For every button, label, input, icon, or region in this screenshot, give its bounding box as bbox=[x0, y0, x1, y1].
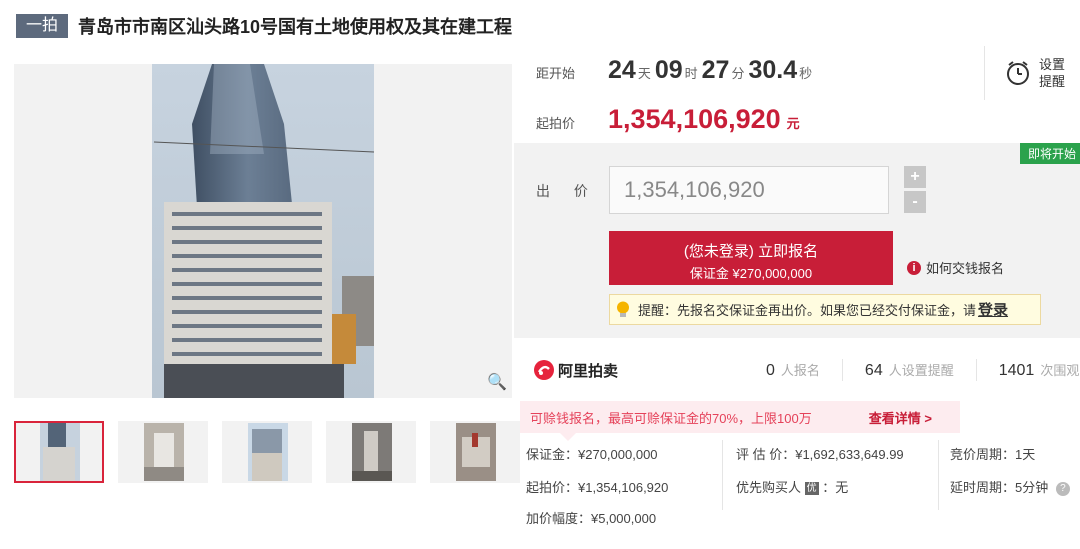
countdown-minutes: 27 bbox=[701, 56, 730, 84]
signup-count-value: 0 bbox=[766, 362, 775, 379]
thumbnail-image bbox=[248, 423, 288, 481]
divider bbox=[938, 440, 939, 510]
signup-count: 0 人报名 bbox=[766, 360, 820, 380]
reminder-line1: 设置 bbox=[1039, 57, 1066, 72]
start-price-label: 起拍价 bbox=[536, 116, 576, 131]
platform-logo: 阿里拍卖 bbox=[534, 360, 724, 381]
page-title: 青岛市市南区汕头路10号国有土地使用权及其在建工程 bbox=[78, 17, 513, 37]
thumbnail-image bbox=[352, 423, 392, 481]
countdown-label: 距开始 bbox=[536, 66, 576, 81]
reminder-count: 64 人设置提醒 bbox=[865, 360, 954, 380]
auction-round-tag: 一拍 bbox=[16, 14, 69, 38]
start-price-value: 1,354,106,920 bbox=[608, 104, 781, 134]
thumbnail-image bbox=[144, 423, 184, 481]
ali-auction-icon bbox=[534, 360, 554, 380]
start-price-unit: 元 bbox=[786, 116, 800, 131]
help-icon[interactable]: ? bbox=[1055, 482, 1070, 496]
countdown-hours-unit: 时 bbox=[684, 66, 698, 81]
login-hint: 提醒：先报名交保证金再出价。如果您已经交付保证金，请 登录 bbox=[609, 294, 1041, 325]
thumbnail-5[interactable] bbox=[430, 421, 520, 483]
reminder-label: 设置 提醒 bbox=[1039, 56, 1065, 90]
valuation-info: 评 估 价：¥1,692,633,649.99 bbox=[736, 447, 904, 462]
title-row: 一拍 青岛市市南区汕头路10号国有土地使用权及其在建工程 bbox=[16, 12, 512, 40]
alarm-clock-icon bbox=[1007, 61, 1029, 85]
thumbnail-4[interactable] bbox=[326, 421, 416, 483]
reminder-count-value: 64 bbox=[864, 362, 883, 379]
main-photo[interactable]: 🔍 bbox=[14, 64, 512, 398]
view-count-label: 次围观 bbox=[1040, 363, 1080, 378]
divider bbox=[722, 440, 723, 510]
start-price-row: 起拍价 1,354,106,920 元 bbox=[536, 104, 800, 135]
bid-amount-input[interactable]: 1,354,106,920 bbox=[609, 166, 889, 214]
reminder-line2: 提醒 bbox=[1039, 74, 1066, 89]
increase-bid-button[interactable]: + bbox=[904, 166, 926, 188]
promo-text: 可赊钱报名，最高可赊保证金的70%，上限100万 bbox=[530, 410, 812, 426]
thumbnail-image bbox=[40, 423, 80, 481]
building-photo bbox=[152, 64, 375, 398]
platform-name: 阿里拍卖 bbox=[558, 362, 619, 380]
divider bbox=[975, 359, 977, 381]
signup-deposit-label: 保证金 ¥270,000,000 bbox=[689, 266, 813, 281]
status-badge: 即将开始 bbox=[1019, 143, 1080, 164]
thumbnail-strip bbox=[14, 421, 520, 483]
hint-text: 提醒：先报名交保证金再出价。如果您已经交付保证金，请 bbox=[638, 303, 977, 318]
credit-promo-banner: 可赊钱报名，最高可赊保证金的70%，上限100万 查看详情 > bbox=[520, 401, 960, 441]
stats-row: 阿里拍卖 0 人报名 64 人设置提醒 1401 次围观 bbox=[514, 352, 1080, 388]
divider bbox=[841, 359, 843, 381]
bidding-cycle-info: 竞价周期：1天 bbox=[950, 447, 1036, 462]
how-to-pay-link[interactable]: i 如何交钱报名 bbox=[907, 258, 1004, 277]
view-details-link[interactable]: 查看详情 > bbox=[869, 408, 932, 427]
priority-buyer-info: 优先购买人 优 ：无 bbox=[736, 477, 848, 496]
priority-buyer-label: 优先购买人 bbox=[736, 480, 802, 495]
thumbnail-2[interactable] bbox=[118, 421, 208, 483]
reminder-count-label: 人设置提醒 bbox=[888, 363, 954, 378]
zoom-icon[interactable]: 🔍 bbox=[486, 372, 508, 394]
start-price-info: 起拍价：¥1,354,106,920 bbox=[526, 480, 669, 495]
countdown-minutes-unit: 分 bbox=[731, 66, 745, 81]
bid-label: 出 价 bbox=[536, 183, 598, 199]
login-link[interactable]: 登录 bbox=[978, 299, 1008, 320]
signup-button-label: (您未登录) 立即报名 bbox=[683, 243, 819, 260]
bid-panel: 即将开始 出 价 1,354,106,920 + - (您未登录) 立即报名 保… bbox=[514, 143, 1080, 338]
priority-buyer-value: ：无 bbox=[822, 480, 849, 495]
thumbnail-image bbox=[456, 423, 496, 481]
thumbnail-3[interactable] bbox=[222, 421, 312, 483]
view-count-value: 1401 bbox=[998, 362, 1035, 379]
countdown-days: 24 bbox=[608, 56, 636, 84]
signup-count-label: 人报名 bbox=[780, 363, 820, 378]
countdown-days-unit: 天 bbox=[637, 66, 651, 81]
signup-button[interactable]: (您未登录) 立即报名 保证金 ¥270,000,000 bbox=[609, 231, 893, 285]
countdown: 距开始 24 天 09 时 27 分 30.4 秒 bbox=[536, 56, 816, 85]
delay-cycle-info: 延时周期：5分钟 ? bbox=[950, 477, 1070, 496]
countdown-seconds-unit: 秒 bbox=[799, 66, 813, 81]
view-count: 1401 次围观 bbox=[999, 360, 1080, 380]
deposit-info: 保证金：¥270,000,000 bbox=[526, 447, 658, 462]
decrease-bid-button[interactable]: - bbox=[904, 191, 926, 213]
priority-badge: 优 bbox=[804, 482, 819, 495]
thumbnail-1[interactable] bbox=[14, 421, 104, 483]
increment-info: 加价幅度：¥5,000,000 bbox=[526, 511, 657, 526]
promo-arrow bbox=[560, 433, 576, 441]
set-reminder-button[interactable]: 设置 提醒 bbox=[984, 46, 1074, 100]
countdown-seconds: 30.4 bbox=[748, 56, 798, 84]
lightbulb-icon bbox=[617, 301, 629, 317]
countdown-hours: 09 bbox=[654, 56, 683, 84]
how-to-pay-label: 如何交钱报名 bbox=[926, 261, 1005, 276]
info-icon: i bbox=[907, 260, 921, 275]
delay-cycle-text: 延时周期：5分钟 bbox=[950, 480, 1049, 495]
